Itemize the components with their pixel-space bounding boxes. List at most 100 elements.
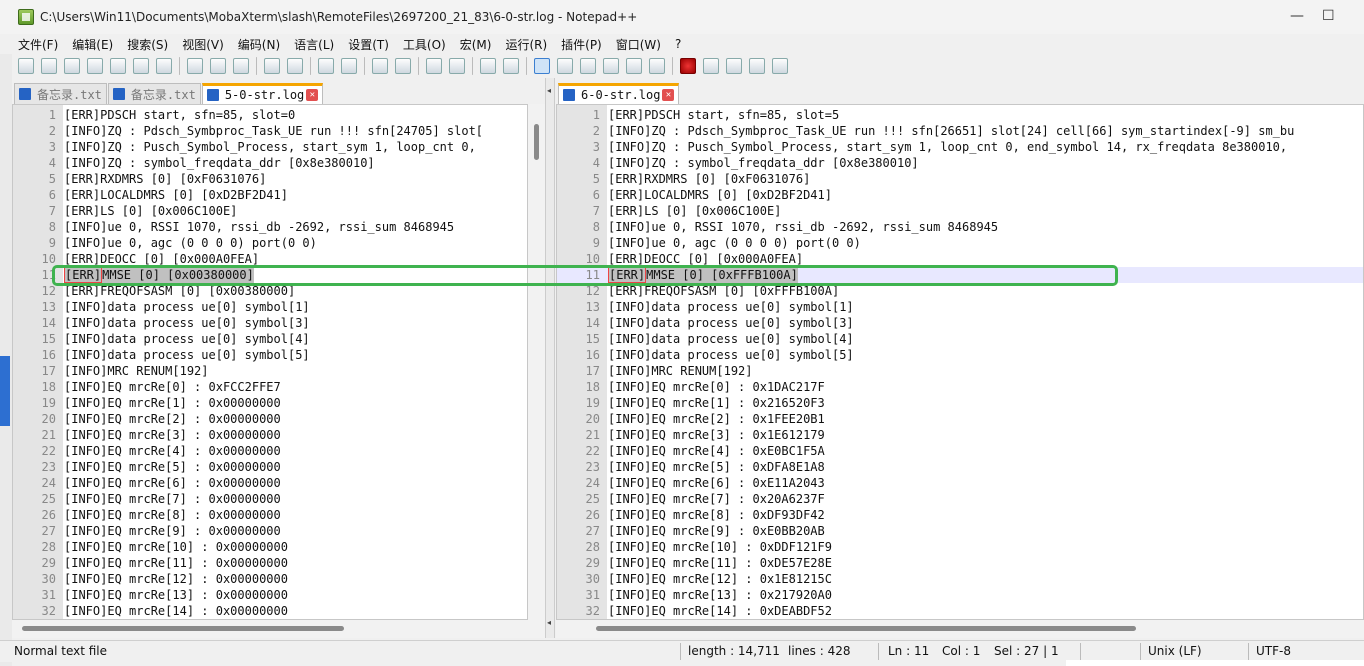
- find-icon[interactable]: [318, 58, 334, 74]
- code-line[interactable]: 22 [INFO]EQ mrcRe[4] : 0x00000000: [13, 443, 527, 459]
- code-line[interactable]: 22 [INFO]EQ mrcRe[4] : 0xE0BC1F5A: [557, 443, 1363, 459]
- code-line[interactable]: 27 [INFO]EQ mrcRe[9] : 0xE0BB20AB: [557, 523, 1363, 539]
- menu-item[interactable]: 宏(M): [460, 36, 492, 53]
- code-line[interactable]: 15 [INFO]data process ue[0] symbol[4]: [13, 331, 527, 347]
- code-line[interactable]: 8 [INFO]ue 0, RSSI 1070, rssi_db -2692, r…: [557, 219, 1363, 235]
- code-line[interactable]: 4 [INFO]ZQ : symbol_freqdata_ddr [0x8e380…: [557, 155, 1363, 171]
- code-line[interactable]: 6 [ERR]LOCALDMRS [0] [0xD2BF2D41]: [557, 187, 1363, 203]
- run-macro-multiple-icon[interactable]: [749, 58, 765, 74]
- code-line[interactable]: 21 [INFO]EQ mrcRe[3] : 0x00000000: [13, 427, 527, 443]
- folder-workspace-icon[interactable]: [626, 58, 642, 74]
- close-icon[interactable]: [110, 58, 126, 74]
- cut-icon[interactable]: [187, 58, 203, 74]
- file-tab[interactable]: 5-0-str.log ✕: [201, 83, 324, 104]
- zoom-in-icon[interactable]: [372, 58, 388, 74]
- code-line[interactable]: 32 [INFO]EQ mrcRe[14] : 0x00000000: [13, 603, 527, 619]
- save-all-icon[interactable]: [87, 58, 103, 74]
- save-macro-icon[interactable]: [772, 58, 788, 74]
- open-file-icon[interactable]: [41, 58, 57, 74]
- left-editor-pane[interactable]: 1 [ERR]PDSCH start, sfn=85, slot=0 2 [INFO]…: [12, 104, 528, 620]
- code-line[interactable]: 8 [INFO]ue 0, RSSI 1070, rssi_db -2692, r…: [13, 219, 527, 235]
- splitter-arrow-icon[interactable]: ◂: [547, 86, 551, 95]
- code-line[interactable]: 9 [INFO]ue 0, agc (0 0 0 0) port(0 0): [13, 235, 527, 251]
- play-macro-icon[interactable]: [726, 58, 742, 74]
- code-line[interactable]: 19 [INFO]EQ mrcRe[1] : 0x00000000: [13, 395, 527, 411]
- left-vscroll-thumb[interactable]: [534, 124, 539, 160]
- code-line[interactable]: 28 [INFO]EQ mrcRe[10] : 0xDDF121F9: [557, 539, 1363, 555]
- record-macro-icon[interactable]: [680, 58, 696, 74]
- code-line[interactable]: 14 [INFO]data process ue[0] symbol[3]: [13, 315, 527, 331]
- right-horizontal-scrollbar[interactable]: [556, 620, 1364, 638]
- menu-item[interactable]: 编码(N): [238, 36, 280, 53]
- code-line[interactable]: 24 [INFO]EQ mrcRe[6] : 0xE11A2043: [557, 475, 1363, 491]
- code-line[interactable]: 1 [ERR]PDSCH start, sfn=85, slot=5: [557, 107, 1363, 123]
- code-line[interactable]: 13 [INFO]data process ue[0] symbol[1]: [13, 299, 527, 315]
- monitor-icon[interactable]: [649, 58, 665, 74]
- stop-macro-icon[interactable]: [703, 58, 719, 74]
- code-line[interactable]: 29 [INFO]EQ mrcRe[11] : 0xDE57E28E: [557, 555, 1363, 571]
- sync-horizontal-icon[interactable]: [449, 58, 465, 74]
- code-line[interactable]: 3 [INFO]ZQ : Pusch_Symbol_Process, start_…: [13, 139, 527, 155]
- code-line[interactable]: 2 [INFO]ZQ : Pdsch_Symbproc_Task_UE run !…: [13, 123, 527, 139]
- close-tab-icon[interactable]: ✕: [662, 89, 675, 101]
- code-line[interactable]: 32 [INFO]EQ mrcRe[14] : 0xDEABDF52: [557, 603, 1363, 619]
- function-list-icon[interactable]: [603, 58, 619, 74]
- right-hscroll-thumb[interactable]: [596, 626, 1136, 631]
- code-line[interactable]: 31 [INFO]EQ mrcRe[13] : 0x00000000: [13, 587, 527, 603]
- code-line[interactable]: 4 [INFO]ZQ : symbol_freqdata_ddr [0x8e380…: [13, 155, 527, 171]
- code-line[interactable]: 2 [INFO]ZQ : Pdsch_Symbproc_Task_UE run !…: [557, 123, 1363, 139]
- indent-guide-icon[interactable]: [534, 58, 550, 74]
- file-tab[interactable]: 6-0-str.log ✕: [558, 83, 680, 104]
- code-line[interactable]: 23 [INFO]EQ mrcRe[5] : 0xDFA8E1A8: [557, 459, 1363, 475]
- menu-item[interactable]: 语言(L): [294, 36, 334, 53]
- code-line[interactable]: 5 [ERR]RXDMRS [0] [0xF0631076]: [13, 171, 527, 187]
- splitter-arrow-icon[interactable]: ◂: [547, 618, 551, 627]
- code-line[interactable]: 21 [INFO]EQ mrcRe[3] : 0x1E612179: [557, 427, 1363, 443]
- undo-icon[interactable]: [264, 58, 280, 74]
- menu-item[interactable]: ?: [675, 37, 681, 51]
- copy-icon[interactable]: [210, 58, 226, 74]
- print-icon[interactable]: [156, 58, 172, 74]
- doc-map-icon[interactable]: [580, 58, 596, 74]
- close-all-icon[interactable]: [133, 58, 149, 74]
- menu-item[interactable]: 搜索(S): [127, 36, 168, 53]
- right-editor-pane[interactable]: 1 [ERR]PDSCH start, sfn=85, slot=5 2 [INFO]…: [556, 104, 1364, 620]
- new-file-icon[interactable]: [18, 58, 34, 74]
- show-all-chars-icon[interactable]: [503, 58, 519, 74]
- code-line[interactable]: 17 [INFO]MRC RENUM[192]: [13, 363, 527, 379]
- menu-item[interactable]: 设置(T): [348, 36, 389, 53]
- left-hscroll-thumb[interactable]: [22, 626, 344, 631]
- code-line[interactable]: 7 [ERR]LS [0] [0x006C100E]: [13, 203, 527, 219]
- code-line[interactable]: 1 [ERR]PDSCH start, sfn=85, slot=0: [13, 107, 527, 123]
- minimize-button[interactable]: —: [1290, 8, 1304, 24]
- code-line[interactable]: 19 [INFO]EQ mrcRe[1] : 0x216520F3: [557, 395, 1363, 411]
- code-line[interactable]: 27 [INFO]EQ mrcRe[9] : 0x00000000: [13, 523, 527, 539]
- code-line[interactable]: 20 [INFO]EQ mrcRe[2] : 0x00000000: [13, 411, 527, 427]
- code-line[interactable]: 24 [INFO]EQ mrcRe[6] : 0x00000000: [13, 475, 527, 491]
- left-vertical-scrollbar[interactable]: [528, 104, 546, 620]
- code-line[interactable]: 25 [INFO]EQ mrcRe[7] : 0x00000000: [13, 491, 527, 507]
- paste-icon[interactable]: [233, 58, 249, 74]
- menu-item[interactable]: 编辑(E): [72, 36, 113, 53]
- file-tab[interactable]: 备忘录.txt: [107, 83, 201, 104]
- code-line[interactable]: 26 [INFO]EQ mrcRe[8] : 0x00000000: [13, 507, 527, 523]
- code-line[interactable]: 18 [INFO]EQ mrcRe[0] : 0x1DAC217F: [557, 379, 1363, 395]
- code-line[interactable]: 7 [ERR]LS [0] [0x006C100E]: [557, 203, 1363, 219]
- maximize-button[interactable]: ☐: [1322, 8, 1335, 24]
- menu-item[interactable]: 运行(R): [505, 36, 547, 53]
- code-line[interactable]: 15 [INFO]data process ue[0] symbol[4]: [557, 331, 1363, 347]
- code-line[interactable]: 28 [INFO]EQ mrcRe[10] : 0x00000000: [13, 539, 527, 555]
- code-line[interactable]: 5 [ERR]RXDMRS [0] [0xF0631076]: [557, 171, 1363, 187]
- status-eol[interactable]: Unix (LF): [1148, 644, 1202, 658]
- zoom-out-icon[interactable]: [395, 58, 411, 74]
- code-line[interactable]: 20 [INFO]EQ mrcRe[2] : 0x1FEE20B1: [557, 411, 1363, 427]
- menu-item[interactable]: 工具(O): [403, 36, 446, 53]
- code-line[interactable]: 29 [INFO]EQ mrcRe[11] : 0x00000000: [13, 555, 527, 571]
- menu-item[interactable]: 视图(V): [182, 36, 224, 53]
- code-line[interactable]: 3 [INFO]ZQ : Pusch_Symbol_Process, start_…: [557, 139, 1363, 155]
- view-splitter[interactable]: ◂ ◂: [545, 78, 555, 638]
- code-line[interactable]: 26 [INFO]EQ mrcRe[8] : 0xDF93DF42: [557, 507, 1363, 523]
- language-icon[interactable]: [557, 58, 573, 74]
- save-icon[interactable]: [64, 58, 80, 74]
- file-tab[interactable]: 备忘录.txt: [14, 83, 107, 104]
